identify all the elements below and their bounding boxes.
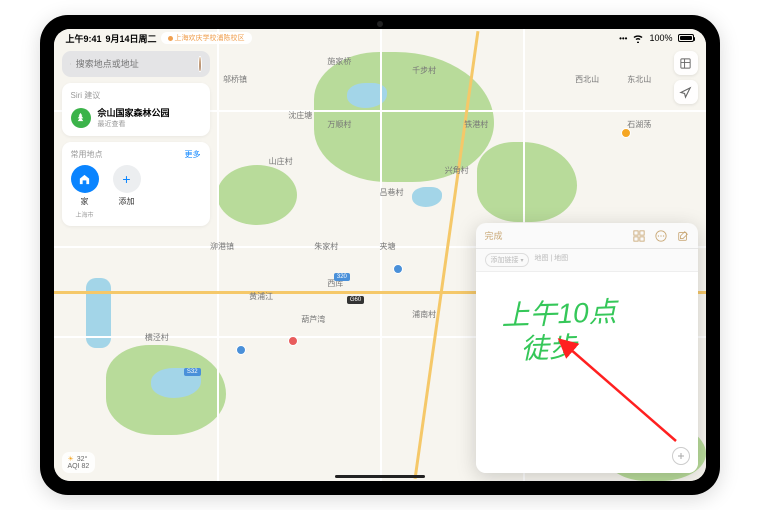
map-label: 夹塘 (380, 241, 396, 252)
siri-suggestion-item[interactable]: 佘山国家森林公园 最近查看 (71, 106, 201, 129)
plus-icon: + (113, 165, 141, 193)
compose-icon[interactable] (677, 230, 689, 242)
park-icon (71, 108, 91, 128)
ipad-frame: 邬桥镇 施家桥 沈庄塘 千步村 万顺村 山庄村 泖港镇 朱家村 夹塘 兴角村 横… (40, 15, 720, 495)
screen: 邬桥镇 施家桥 沈庄塘 千步村 万顺村 山庄村 泖港镇 朱家村 夹塘 兴角村 横… (54, 29, 706, 481)
favorite-add-label: 添加 (119, 196, 135, 207)
siri-section-label: Siri 建议 (71, 90, 201, 101)
map-label: 横泾村 (145, 332, 169, 343)
home-icon (71, 165, 99, 193)
route-badge: G60 (347, 296, 364, 304)
wifi-icon (632, 34, 644, 43)
attachment-icon (676, 451, 686, 461)
search-icon (70, 59, 71, 69)
map-controls (674, 51, 698, 104)
map-label: 浦南村 (412, 309, 436, 320)
favorites-card: 常用地点 更多 家 上海市 + 添加 (62, 142, 210, 226)
location-pill[interactable]: 上海欢庆学校浦陈校区 (161, 32, 252, 44)
map-label: 吕巷村 (380, 187, 404, 198)
favorites-section-label: 常用地点 (71, 149, 103, 160)
map-label: 山庄村 (269, 156, 293, 167)
map-label: 千步村 (412, 65, 436, 76)
add-link-button[interactable]: 添加链接 ▾ (485, 253, 530, 267)
map-info-button[interactable] (674, 51, 698, 75)
notes-toolbar: 完成 (476, 223, 698, 249)
map-label: 万顺村 (327, 119, 351, 130)
favorite-home-sub: 上海市 (75, 210, 93, 219)
favorite-add[interactable]: + 添加 (113, 165, 141, 219)
map-label: 石湖荡 (627, 119, 651, 130)
route-badge: 320 (334, 273, 350, 281)
notes-done-button[interactable]: 完成 (485, 229, 503, 242)
home-indicator[interactable] (335, 475, 425, 478)
favorite-home[interactable]: 家 上海市 (71, 165, 99, 219)
map-label: 朱家村 (314, 241, 338, 252)
user-avatar[interactable] (198, 56, 202, 72)
weather-widget[interactable]: ☀ 32° AQI 82 (62, 452, 96, 473)
handwritten-text: 上午10点 徒步 (500, 293, 684, 366)
notes-canvas[interactable]: 上午10点 徒步 (476, 272, 698, 473)
battery-pct: 100% (649, 33, 672, 43)
suggestion-subtitle: 最近查看 (98, 119, 170, 129)
suggestion-name: 佘山国家森林公园 (98, 106, 170, 119)
locate-icon (679, 86, 692, 99)
weather-aqi: AQI 82 (68, 463, 90, 470)
map-label: 铁港村 (464, 119, 488, 130)
more-icon[interactable] (655, 230, 667, 242)
route-badge: S32 (184, 368, 201, 376)
notes-context: 地图 | 地图 (534, 253, 568, 267)
battery-icon (678, 34, 694, 42)
add-attachment-button[interactable] (672, 447, 690, 465)
info-icon (679, 57, 692, 70)
siri-suggestions-card: Siri 建议 佘山国家森林公园 最近查看 (62, 83, 210, 136)
notes-quick-note: 完成 添加链接 ▾ 地图 | 地图 上午10点 徒步 (476, 223, 698, 473)
status-time: 上午9:41 (66, 32, 102, 45)
favorites-more-link[interactable]: 更多 (185, 149, 201, 160)
map-locate-button[interactable] (674, 80, 698, 104)
map-label: 沈庄塘 (288, 110, 312, 121)
map-label: 邬桥镇 (223, 74, 247, 85)
favorite-home-label: 家 (81, 196, 89, 207)
status-date: 9月14日周二 (106, 32, 157, 45)
map-label: 泖港镇 (210, 241, 234, 252)
search-input[interactable] (76, 59, 193, 69)
notes-meta-bar: 添加链接 ▾ 地图 | 地图 (476, 249, 698, 272)
search-bar[interactable] (62, 51, 210, 77)
map-label: 东北山 (627, 74, 651, 85)
map-label: 兴角村 (445, 165, 469, 176)
status-bar: 上午9:41 9月14日周二 上海欢庆学校浦陈校区 ••• 100% (54, 29, 706, 47)
search-panel: Siri 建议 佘山国家森林公园 最近查看 常用地点 更多 (62, 51, 210, 232)
map-label: 西北山 (575, 74, 599, 85)
weather-temp: 32° (77, 456, 88, 463)
map-label: 黄浦江 (249, 291, 273, 302)
map-label: 施家桥 (327, 56, 351, 67)
grid-icon[interactable] (633, 230, 645, 242)
map-label: 葫芦湾 (301, 314, 325, 325)
